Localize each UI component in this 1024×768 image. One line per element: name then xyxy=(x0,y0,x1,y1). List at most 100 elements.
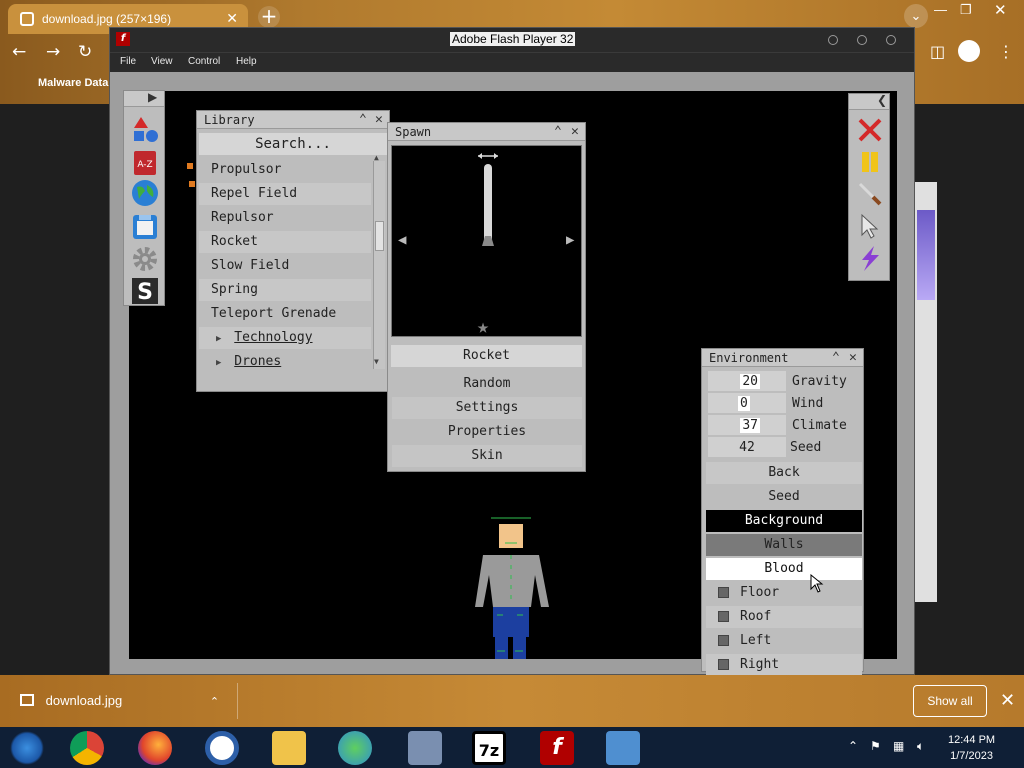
volume-icon[interactable]: 🔈︎ xyxy=(917,739,924,754)
system-clock[interactable]: 12:44 PM 1/7/2023 xyxy=(948,732,995,764)
flash-taskbar-icon[interactable]: f xyxy=(540,731,574,765)
library-item[interactable]: Rocket xyxy=(199,231,371,253)
floor-checkbox-row[interactable]: Floor xyxy=(706,582,862,604)
close-window-icon[interactable]: ✕ xyxy=(994,1,1007,19)
save-disk-icon[interactable] xyxy=(131,213,159,241)
ragdoll-character[interactable] xyxy=(469,515,559,659)
svg-text:A-Z: A-Z xyxy=(137,160,152,170)
library-item[interactable]: Repel Field xyxy=(199,183,371,205)
close-panel-icon[interactable]: ✕ xyxy=(849,349,857,367)
next-arrow-icon[interactable]: ▶ xyxy=(566,232,574,248)
reload-icon[interactable]: ↻ xyxy=(78,42,92,62)
close-panel-icon[interactable]: ✕ xyxy=(571,123,579,141)
library-az-icon[interactable]: A-Z xyxy=(131,149,159,177)
profile-avatar-icon[interactable] xyxy=(958,40,980,62)
start-button-icon[interactable] xyxy=(10,731,44,765)
chrome-taskbar-icon[interactable] xyxy=(70,731,104,765)
prev-arrow-icon[interactable]: ◀ xyxy=(398,232,406,248)
right-checkbox[interactable] xyxy=(718,659,729,670)
remote-desktop-taskbar-icon[interactable] xyxy=(408,731,442,765)
background-button[interactable]: Background xyxy=(706,510,862,532)
seed-input[interactable]: 42 xyxy=(708,437,786,457)
minimize-panel-icon[interactable]: ⌃ xyxy=(832,349,840,367)
obama-logo-taskbar-icon[interactable] xyxy=(205,731,239,765)
back-button[interactable]: Back xyxy=(706,462,862,484)
network-icon[interactable]: ▦ xyxy=(893,739,904,753)
delete-x-icon[interactable] xyxy=(856,116,884,144)
roof-checkbox[interactable] xyxy=(718,611,729,622)
left-checkbox[interactable] xyxy=(718,635,729,646)
knife-tool-icon[interactable] xyxy=(856,180,884,208)
menu-help[interactable]: Help xyxy=(236,56,257,67)
favorite-star-icon[interactable]: ★ xyxy=(477,314,489,338)
cursor-pointer-icon[interactable] xyxy=(856,212,884,240)
minimize-panel-icon[interactable]: ⌃ xyxy=(359,111,367,129)
floor-checkbox[interactable] xyxy=(718,587,729,598)
tray-overflow-icon[interactable]: ⌃ xyxy=(848,739,858,753)
left-checkbox-row[interactable]: Left xyxy=(706,630,862,652)
download-item[interactable]: download.jpg ⌃ xyxy=(20,693,219,708)
network-people-taskbar-icon[interactable] xyxy=(338,731,372,765)
menu-kebab-icon[interactable]: ⋮ xyxy=(998,42,1014,61)
tab-close-icon[interactable]: ✕ xyxy=(226,10,238,27)
properties-button[interactable]: Properties xyxy=(392,421,582,443)
flag-icon[interactable]: ⚑ xyxy=(870,739,881,753)
settings-button[interactable]: Settings xyxy=(392,397,582,419)
tab-title: download.jpg (257×196) xyxy=(42,12,172,26)
collapse-arrow-icon[interactable]: ❮ xyxy=(877,93,887,107)
settings-gear-icon[interactable] xyxy=(131,245,159,273)
library-item[interactable]: Slow Field xyxy=(199,255,371,277)
library-search-input[interactable]: Search... xyxy=(199,133,387,155)
new-tab-button[interactable]: + xyxy=(258,6,280,28)
scroll-down-icon[interactable]: ▼ xyxy=(374,357,379,366)
seed-button[interactable]: Seed xyxy=(706,486,862,508)
script-s-icon[interactable]: S xyxy=(131,277,159,305)
skin-button[interactable]: Skin xyxy=(392,445,582,467)
roof-checkbox-row[interactable]: Roof xyxy=(706,606,862,628)
menu-control[interactable]: Control xyxy=(188,56,220,67)
minimize-icon[interactable]: — xyxy=(934,2,947,17)
close-panel-icon[interactable]: ✕ xyxy=(375,111,383,129)
scroll-up-icon[interactable]: ▲ xyxy=(374,153,379,162)
app-window-taskbar-icon[interactable] xyxy=(606,731,640,765)
lightning-icon[interactable] xyxy=(856,244,884,272)
flash-maximize-icon[interactable] xyxy=(857,35,867,45)
menu-file[interactable]: File xyxy=(120,56,136,67)
library-item[interactable]: Repulsor xyxy=(199,207,371,229)
firefox-taskbar-icon[interactable] xyxy=(138,731,172,765)
tab-search-icon[interactable]: ⌄ xyxy=(904,4,928,28)
minimize-panel-icon[interactable]: ⌃ xyxy=(554,123,562,141)
library-item[interactable]: Propulsor xyxy=(199,159,371,181)
flash-minimize-icon[interactable] xyxy=(828,35,838,45)
right-checkbox-row[interactable]: Right xyxy=(706,654,862,676)
flash-close-icon[interactable] xyxy=(886,35,896,45)
scroll-thumb[interactable] xyxy=(375,221,384,251)
climate-input[interactable]: 37 xyxy=(708,415,786,435)
library-group-technology[interactable]: ▶ Technology xyxy=(199,327,371,349)
sidebar-icon[interactable]: ◫ xyxy=(930,42,945,61)
gravity-input[interactable]: 20 xyxy=(708,371,786,391)
random-button[interactable]: Random xyxy=(392,373,582,395)
file-explorer-taskbar-icon[interactable] xyxy=(272,731,306,765)
library-scrollbar[interactable]: ▲ ▼ xyxy=(373,153,385,369)
restore-icon[interactable]: ❐ xyxy=(960,2,972,18)
library-group-drones[interactable]: ▶ Drones xyxy=(199,351,371,373)
shapes-icon[interactable] xyxy=(131,115,159,143)
close-download-bar-icon[interactable]: ✕ xyxy=(1000,690,1015,711)
7zip-taskbar-icon[interactable]: 7z xyxy=(472,731,506,765)
expand-arrow-icon[interactable]: ▶ xyxy=(148,90,157,104)
walls-button[interactable]: Walls xyxy=(706,534,862,556)
menu-view[interactable]: View xyxy=(151,56,173,67)
globe-icon[interactable] xyxy=(131,179,159,207)
back-icon[interactable]: ← xyxy=(12,42,26,62)
spawn-preview[interactable]: ◀ ▶ ★ xyxy=(391,145,582,338)
blood-button[interactable]: Blood xyxy=(706,558,862,580)
forward-icon[interactable]: → xyxy=(46,42,60,62)
chevron-up-icon[interactable]: ⌃ xyxy=(210,696,219,708)
library-item[interactable]: Spring xyxy=(199,279,371,301)
wind-input[interactable]: 0 xyxy=(708,393,786,413)
show-all-button[interactable]: Show all xyxy=(913,685,987,717)
library-item[interactable]: Teleport Grenade xyxy=(199,303,371,325)
pause-icon[interactable] xyxy=(856,148,884,176)
bookmark-malware-data[interactable]: Malware Data xyxy=(38,77,108,89)
